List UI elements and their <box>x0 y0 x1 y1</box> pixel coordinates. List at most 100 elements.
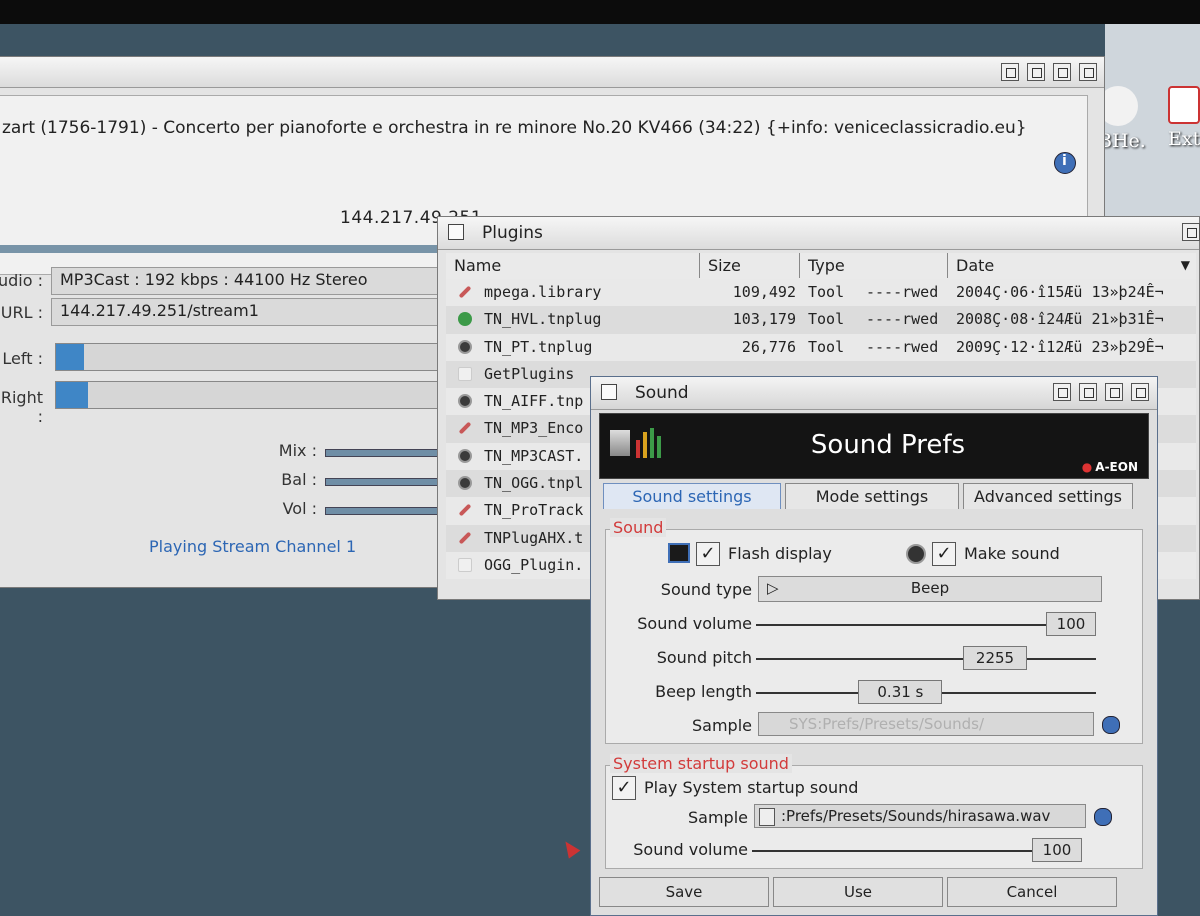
plugin-name: TN_AIFF.tnp <box>484 392 584 411</box>
plugin-name: GetPlugins <box>484 364 575 383</box>
list-header: Name Size Type Date ▼ <box>446 253 1196 280</box>
tab-advanced-settings[interactable]: Advanced settings <box>963 483 1133 509</box>
iconify-icon[interactable] <box>1053 383 1071 401</box>
plugins-titlebar[interactable]: Plugins <box>438 217 1200 250</box>
top-bezel <box>0 0 1200 24</box>
cancel-button[interactable]: Cancel <box>947 877 1117 907</box>
minimize-icon[interactable] <box>1027 63 1045 81</box>
tab-mode-settings[interactable]: Mode settings <box>785 483 959 509</box>
mouse-pointer-icon <box>559 837 581 859</box>
sound-pitch-knob[interactable]: 2255 <box>963 646 1027 670</box>
brand-logo: A-EON <box>1082 460 1138 474</box>
url-label: URL : <box>0 303 43 322</box>
right-level-fill <box>56 382 88 408</box>
url-field[interactable]: 144.217.49.251/stream1 <box>51 298 451 326</box>
audio-label: udio : <box>0 271 43 290</box>
disc-icon <box>458 394 472 409</box>
sound-volume-knob[interactable]: 100 <box>1046 612 1096 636</box>
sound-titlebar[interactable]: Sound <box>591 377 1157 410</box>
now-playing-text: zart (1756-1791) - Concerto per pianofor… <box>2 118 1027 138</box>
column-header-name[interactable]: Name <box>446 253 700 278</box>
plugin-size: 26,776 <box>741 337 796 356</box>
plugin-name: TN_HVL.tnplug <box>484 310 602 329</box>
plugin-name: TN_OGG.tnpl <box>484 474 584 493</box>
flash-display-label[interactable]: Flash display <box>728 544 832 563</box>
sort-arrow-icon: ▼ <box>1180 258 1190 272</box>
close-icon[interactable] <box>448 224 464 240</box>
drawer-icon <box>1168 86 1200 124</box>
plugin-protection: ----rwed <box>866 337 939 356</box>
beep-length-label: Beep length <box>655 682 752 701</box>
sound-window-title: Sound <box>635 383 689 403</box>
close-icon[interactable] <box>601 384 617 400</box>
startup-sample-picker-icon[interactable] <box>1094 808 1112 826</box>
desktop-icon-label: BHe. <box>1098 130 1146 152</box>
plugin-row[interactable]: TN_HVL.tnplug 103,179 Tool ----rwed 2008Ç·08… <box>446 306 1196 334</box>
sample-label: Sample <box>692 716 752 735</box>
plugin-name: OGG_Plugin. <box>484 555 584 574</box>
sound-type-cycle[interactable]: ▷ Beep <box>758 576 1102 602</box>
column-header-date-label: Date <box>956 256 995 275</box>
plugin-name: TN_MP3_Enco <box>484 419 584 438</box>
right-channel-label: Right : <box>0 388 43 426</box>
iconify-icon[interactable] <box>1001 63 1019 81</box>
tool-icon <box>458 285 472 299</box>
sample-path-field[interactable]: SYS:Prefs/Presets/Sounds/ <box>758 712 1094 736</box>
player-titlebar[interactable] <box>0 57 1104 88</box>
plugin-name: TNPlugAHX.t <box>484 528 584 547</box>
sound-prefs-window: Sound Sound Prefs A-EON Sound settings M… <box>590 376 1158 916</box>
speaker-disc-icon <box>906 544 926 564</box>
group-title-startup: System startup sound <box>610 754 792 773</box>
use-button[interactable]: Use <box>773 877 943 907</box>
plugin-date: 2009Ç·12·î12Æü 23»þ29Ê¬ <box>956 337 1164 356</box>
disc-icon <box>458 339 472 354</box>
monitor-icon <box>668 543 690 563</box>
plugin-type: Tool <box>808 337 845 356</box>
sound-pitch-track[interactable] <box>756 658 1096 660</box>
zoom-icon[interactable] <box>1105 383 1123 401</box>
sound-volume-track[interactable] <box>756 624 1096 626</box>
plugin-size: 103,179 <box>732 310 796 329</box>
plugin-date: 2004Ç·06·î15Æü 13»þ24Ê¬ <box>956 283 1164 301</box>
disc-icon <box>458 476 472 491</box>
plugin-name: mpega.library <box>484 283 602 301</box>
depth-icon[interactable] <box>1079 63 1097 81</box>
minimize-icon[interactable] <box>1079 383 1097 401</box>
column-header-date[interactable]: Date ▼ <box>948 253 1196 278</box>
desktop-icon-bhe[interactable]: BHe. <box>1098 86 1146 152</box>
banner-title: Sound Prefs <box>810 430 966 460</box>
column-header-type[interactable]: Type <box>800 253 948 278</box>
mix-label: Mix : <box>278 441 317 460</box>
group-title-sound: Sound <box>610 518 667 537</box>
flash-display-checkbox[interactable]: ✓ <box>696 542 720 566</box>
desktop-icon-ext[interactable]: Ext <box>1168 86 1200 150</box>
plugin-row[interactable]: mpega.library 109,492 Tool ----rwed 2004Ç·06… <box>446 279 1196 307</box>
play-startup-label[interactable]: Play System startup sound <box>644 778 858 797</box>
sound-volume-label: Sound volume <box>637 614 752 633</box>
plugin-row[interactable]: TN_PT.tnplug 26,776 Tool ----rwed 2009Ç·12·î… <box>446 333 1196 361</box>
startup-volume-knob[interactable]: 100 <box>1032 838 1082 862</box>
volume-label: Vol : <box>282 499 317 518</box>
file-icon <box>759 808 775 826</box>
startup-sample-label: Sample <box>688 808 748 827</box>
prefs-banner: Sound Prefs A-EON <box>599 413 1149 479</box>
depth-icon[interactable] <box>1131 383 1149 401</box>
plugin-type: Tool <box>808 310 845 329</box>
sound-pitch-label: Sound pitch <box>656 648 752 667</box>
sample-picker-icon[interactable] <box>1102 716 1120 734</box>
info-icon[interactable] <box>1054 152 1076 174</box>
column-header-size[interactable]: Size <box>700 253 800 278</box>
save-button[interactable]: Save <box>599 877 769 907</box>
depth-icon[interactable] <box>1182 223 1200 241</box>
zoom-icon[interactable] <box>1053 63 1071 81</box>
plugin-protection: ----rwed <box>866 310 939 329</box>
tool-icon <box>458 504 472 517</box>
play-startup-checkbox[interactable]: ✓ <box>612 776 636 800</box>
make-sound-label[interactable]: Make sound <box>964 544 1060 563</box>
tab-sound-settings[interactable]: Sound settings <box>603 483 781 509</box>
plugin-date: 2008Ç·08·î24Æü 21»þ31Ê¬ <box>956 310 1164 329</box>
startup-sample-field[interactable]: :Prefs/Presets/Sounds/hirasawa.wav <box>754 804 1086 828</box>
divider-strip <box>0 245 441 253</box>
beep-length-knob[interactable]: 0.31 s <box>858 680 943 704</box>
make-sound-checkbox[interactable]: ✓ <box>932 542 956 566</box>
